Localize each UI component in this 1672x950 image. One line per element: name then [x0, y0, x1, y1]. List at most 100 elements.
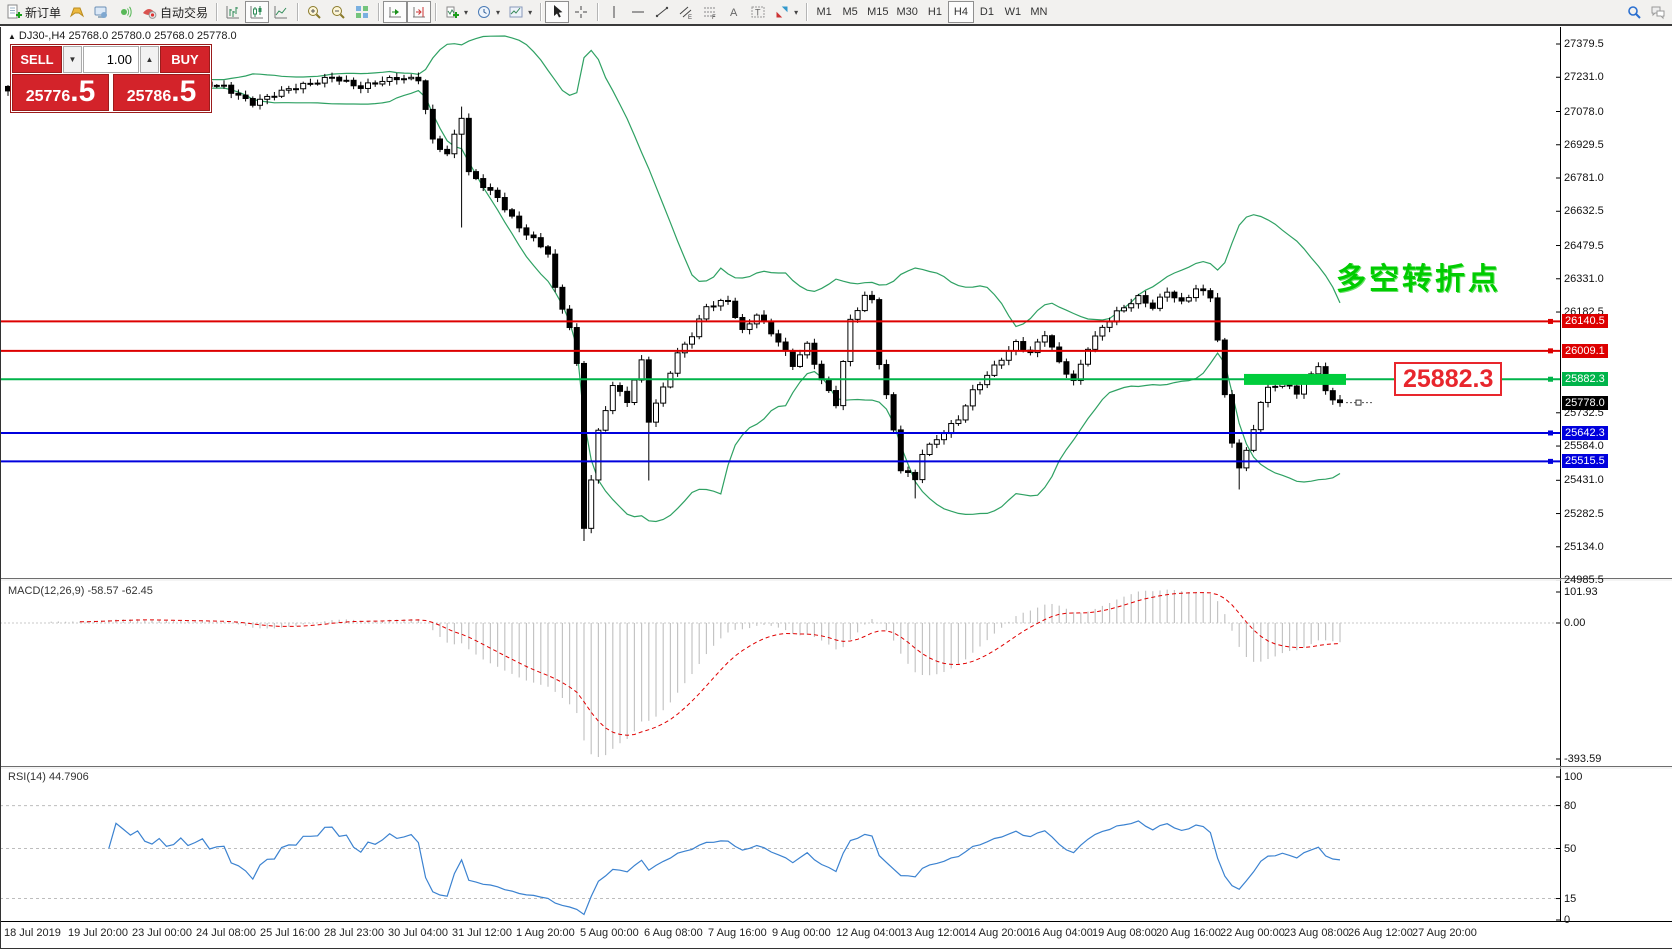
price-callout-label[interactable]: 25882.3: [1394, 362, 1502, 396]
buy-button[interactable]: BUY: [160, 46, 210, 73]
vertical-line-tool-button[interactable]: [602, 1, 626, 23]
auto-scroll-button[interactable]: [383, 1, 407, 23]
crosshair-tool-button[interactable]: [569, 1, 593, 23]
signals-icon: [117, 4, 133, 20]
svg-text:T: T: [755, 8, 761, 18]
trendline-tool-button[interactable]: [650, 1, 674, 23]
equidistant-channel-icon: E: [678, 4, 694, 20]
price-tick-label: 25584.0: [1564, 439, 1604, 453]
market-watch-button[interactable]: [89, 1, 113, 23]
svg-text:A: A: [730, 7, 738, 19]
price-tick-label: 25431.0: [1564, 473, 1604, 487]
horizontal-line-tool-button[interactable]: [626, 1, 650, 23]
text-tool-button[interactable]: A: [722, 1, 746, 23]
time-axis-label: 24 Jul 08:00: [196, 927, 256, 939]
price-tick-label: 27078.0: [1564, 105, 1604, 119]
timeframe-button-m1[interactable]: M1: [811, 1, 837, 23]
cursor-tool-button[interactable]: [545, 1, 569, 23]
line-handle[interactable]: [1548, 459, 1553, 464]
time-axis-label: 13 Aug 12:00: [900, 927, 965, 939]
one-click-trading-panel: SELL ▼ ▲ BUY 25776.5 25786.5: [10, 44, 212, 113]
macd-indicator-label: MACD(12,26,9) -58.57 -62.45: [8, 585, 153, 597]
time-axis-label: 26 Aug 12:00: [1348, 927, 1413, 939]
price-line-axis-label: 26140.5: [1562, 314, 1608, 328]
market-watch-icon: [93, 4, 109, 20]
arrows-tool-button[interactable]: ▾: [770, 1, 802, 23]
line-chart-icon: [273, 4, 289, 20]
price-line-axis-label: 25515.5: [1562, 454, 1608, 468]
zoom-out-button[interactable]: [326, 1, 350, 23]
chart-canvas[interactable]: [0, 0, 1672, 950]
dropdown-caret: ▾: [464, 8, 468, 17]
line-chart-button[interactable]: [269, 1, 293, 23]
timeframe-button-h4[interactable]: H4: [948, 1, 974, 23]
volume-input[interactable]: [83, 46, 139, 73]
add-indicator-button[interactable]: ▾: [440, 1, 472, 23]
new-order-button[interactable]: 新订单: [2, 1, 65, 23]
time-axis-label: 14 Aug 20:00: [964, 927, 1029, 939]
volume-down-button[interactable]: ▼: [63, 46, 82, 73]
price-tick-label: 27379.5: [1564, 37, 1604, 51]
timeframe-button-w1[interactable]: W1: [1000, 1, 1026, 23]
new-order-icon: [6, 4, 22, 20]
shift-chart-button[interactable]: [407, 1, 431, 23]
highlight-rectangle-object[interactable]: [1244, 374, 1346, 385]
macd-axis-label: -393.59: [1564, 752, 1601, 766]
timeframe-button-h1[interactable]: H1: [922, 1, 948, 23]
text-icon: A: [726, 4, 742, 20]
tile-windows-button[interactable]: [350, 1, 374, 23]
toolbar-separator: [216, 3, 217, 21]
time-axis-label: 20 Aug 16:00: [1156, 927, 1221, 939]
time-axis-label: 1 Aug 20:00: [516, 927, 575, 939]
autotrading-button[interactable]: 自动交易: [137, 1, 212, 23]
search-button[interactable]: [1622, 1, 1646, 23]
crosshair-icon: [573, 4, 589, 20]
candlestick-chart-button[interactable]: [245, 1, 269, 23]
collapse-marker-icon: ▲: [8, 32, 16, 41]
periods-button[interactable]: ▾: [472, 1, 504, 23]
bar-chart-button[interactable]: [221, 1, 245, 23]
volume-up-button[interactable]: ▲: [140, 46, 159, 73]
channel-tool-button[interactable]: E: [674, 1, 698, 23]
fibonacci-tool-button[interactable]: F: [698, 1, 722, 23]
toolbar-separator: [378, 3, 379, 21]
metaeditor-button[interactable]: [65, 1, 89, 23]
trendline-icon: [654, 4, 670, 20]
templates-button[interactable]: ▾: [504, 1, 536, 23]
line-handle[interactable]: [1548, 377, 1553, 382]
zoom-in-button[interactable]: [302, 1, 326, 23]
turning-point-annotation[interactable]: 多空转折点: [1336, 254, 1501, 298]
text-label-icon: T: [750, 4, 766, 20]
rsi-axis-label: 0: [1564, 913, 1570, 927]
sell-price-frac: .5: [70, 75, 95, 109]
dropdown-caret: ▾: [496, 8, 500, 17]
sell-button[interactable]: SELL: [12, 46, 62, 73]
buy-price-button[interactable]: 25786.5: [113, 74, 210, 111]
chat-button[interactable]: [1646, 1, 1670, 23]
price-tick-label: 25134.0: [1564, 540, 1604, 554]
price-tick-label: 26929.5: [1564, 138, 1604, 152]
timeframe-button-d1[interactable]: D1: [974, 1, 1000, 23]
macd-axis-label: 0.00: [1564, 616, 1585, 630]
timeframe-button-m15[interactable]: M15: [863, 1, 892, 23]
signals-button[interactable]: [113, 1, 137, 23]
timeframe-button-mn[interactable]: MN: [1026, 1, 1052, 23]
line-handle[interactable]: [1548, 348, 1553, 353]
line-handle[interactable]: [1548, 319, 1553, 324]
timeframe-button-m30[interactable]: M30: [893, 1, 922, 23]
autotrading-icon: [141, 4, 157, 20]
line-handle[interactable]: [1548, 430, 1553, 435]
toolbar-separator: [540, 3, 541, 21]
timeframe-group: M1M5M15M30H1H4D1W1MN: [811, 0, 1052, 24]
trading-terminal-window: 新订单 自动交易 ▾ ▾: [0, 0, 1672, 950]
toolbar-separator: [597, 3, 598, 21]
text-label-tool-button[interactable]: T: [746, 1, 770, 23]
rsi-axis-label: 100: [1564, 770, 1582, 784]
shift-chart-icon: [411, 4, 427, 20]
toolbar-separator: [806, 3, 807, 21]
timeframe-button-m5[interactable]: M5: [837, 1, 863, 23]
vertical-line-icon: [606, 4, 622, 20]
horizontal-line-icon: [630, 4, 646, 20]
sell-price-button[interactable]: 25776.5: [12, 74, 109, 111]
time-axis-label: 23 Jul 00:00: [132, 927, 192, 939]
